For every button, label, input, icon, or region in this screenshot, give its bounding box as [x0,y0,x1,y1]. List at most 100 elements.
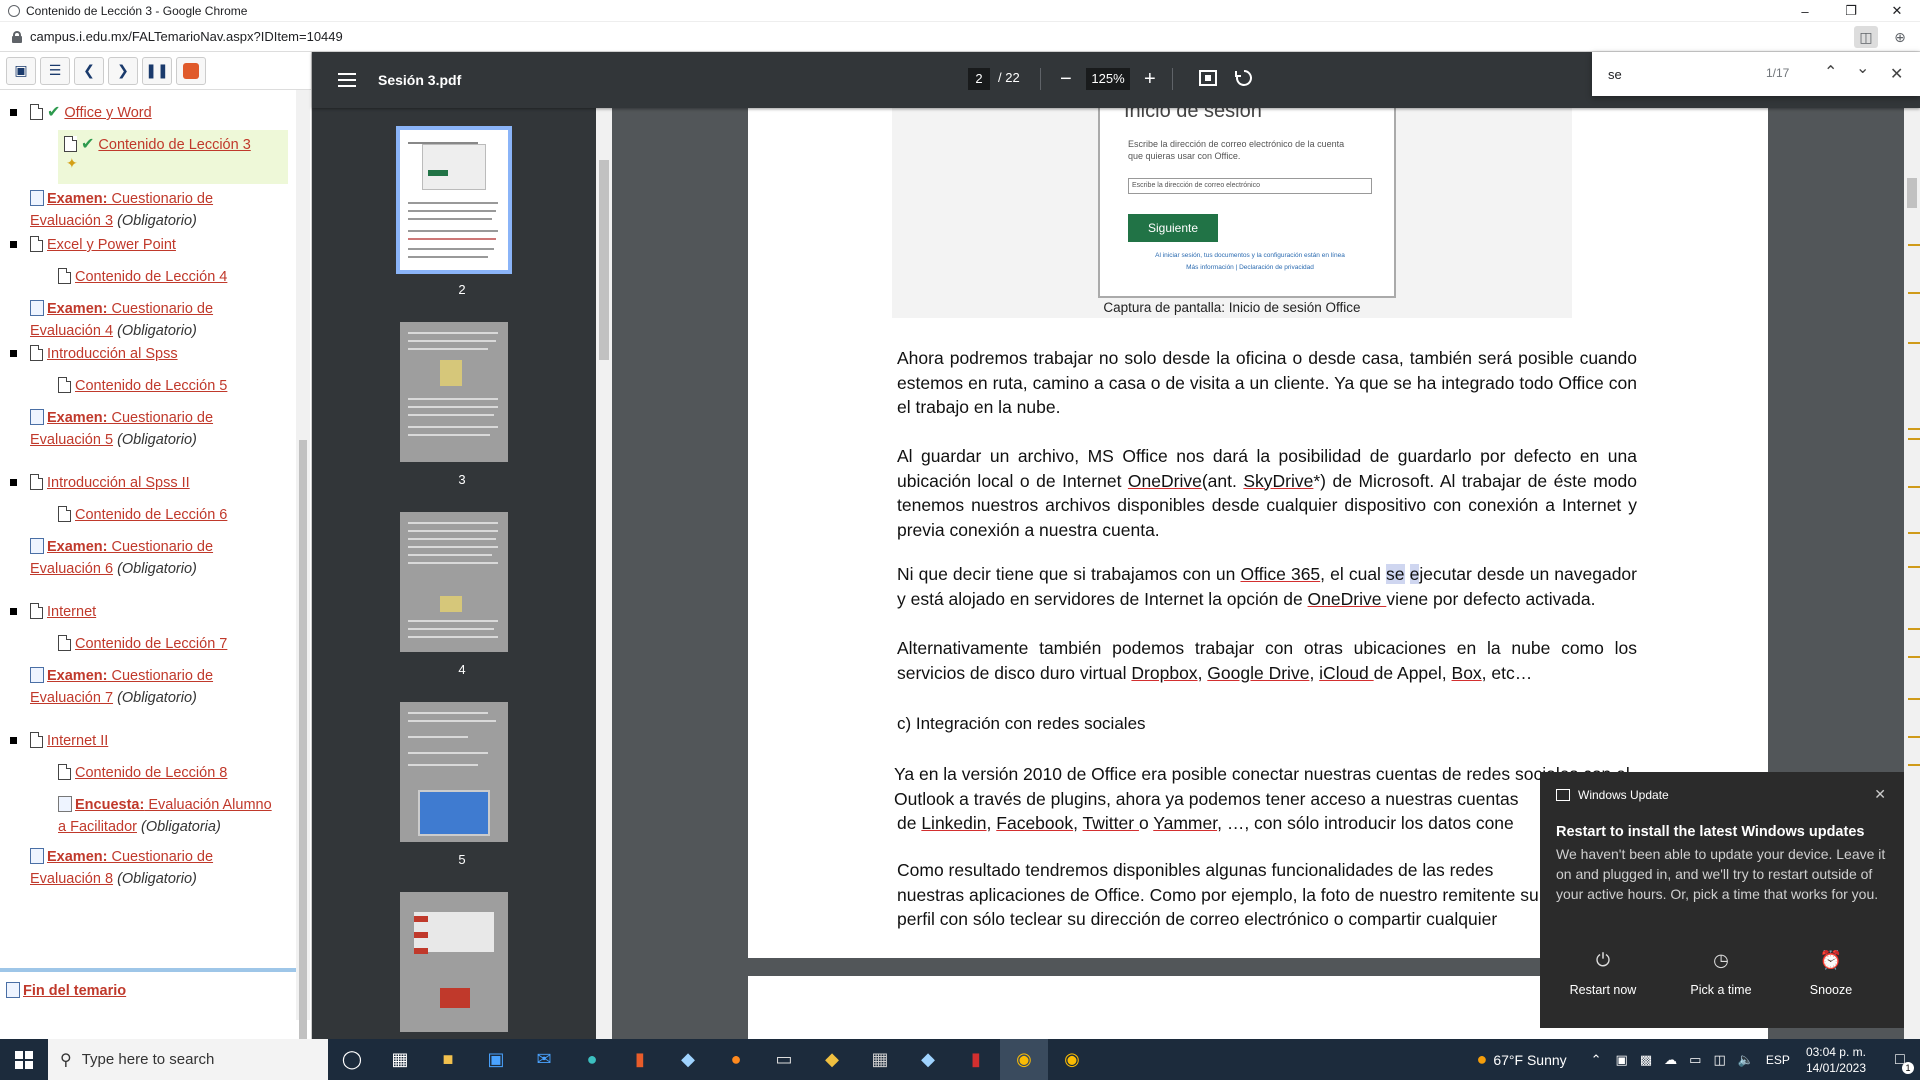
thumbnail-page-6[interactable] [400,892,508,1032]
mcafee-icon[interactable]: ▮ [952,1039,1000,1080]
lesson-title[interactable]: Contenido de Lección 5 [75,378,227,394]
weather-text[interactable]: 67°F Sunny [1493,1052,1566,1068]
find-next-icon[interactable]: ⌄ [1856,58,1869,78]
find-close-icon[interactable]: ✕ [1890,64,1903,84]
minimize-icon[interactable]: – [1782,0,1828,22]
zoom-input[interactable]: 125% [1086,68,1130,90]
office-icon[interactable]: ▮ [616,1039,664,1080]
toast-close-icon[interactable]: ✕ [1874,786,1886,803]
link-google-drive[interactable]: Google Drive [1207,663,1309,683]
calculator-icon[interactable]: ▦ [856,1039,904,1080]
zoom-in-icon[interactable]: + [1144,66,1156,92]
stop-button[interactable] [176,56,206,85]
find-input[interactable]: se [1608,67,1748,82]
end-of-syllabus[interactable]: Fin del temario [0,968,296,1008]
menu-icon[interactable] [338,73,356,87]
link-dropbox[interactable]: Dropbox [1131,663,1197,683]
module-title[interactable]: Introducción al Spss II [47,475,190,491]
lesson-6[interactable]: Contenido de Lección 6 [58,504,227,526]
volume-icon[interactable]: 🔈 [1738,1052,1754,1068]
module-title[interactable]: Introducción al Spss [47,346,178,362]
mail-icon[interactable]: ✉ [520,1039,568,1080]
lesson-4[interactable]: Contenido de Lección 4 [58,266,227,288]
lesson-title[interactable]: Contenido de Lección 4 [75,269,227,285]
module-spss-2[interactable]: Introducción al Spss II [30,472,190,494]
file-explorer-icon[interactable]: ■ [424,1039,472,1080]
clock[interactable]: 03:04 p. m. 14/01/2023 [1806,1044,1866,1076]
git-icon[interactable]: ◆ [808,1039,856,1080]
exam-3[interactable]: Examen: Cuestionario de Evaluación 3 (Obl… [30,188,290,232]
module-title[interactable]: Internet II [47,733,108,749]
page-action-icon[interactable]: ◫ [1854,26,1878,48]
link-box[interactable]: Box [1452,663,1482,683]
address-bar[interactable]: campus.i.edu.mx/FALTemarioNav.aspx?IDIte… [0,22,1920,52]
module-office-word[interactable]: ✔ Office y Word [30,102,152,124]
thumbnail-page-5[interactable] [400,702,508,842]
link-icloud[interactable]: iCloud [1319,663,1373,683]
pause-button[interactable]: ❚❚ [142,56,172,85]
taskbar-search[interactable]: ⚲ Type here to search [48,1039,328,1080]
link-onedrive[interactable]: OneDrive [1308,589,1387,609]
language-indicator[interactable]: ESP [1766,1053,1790,1067]
url-text[interactable]: campus.i.edu.mx/FALTemarioNav.aspx?IDIte… [30,29,343,44]
thumbnail-page-2[interactable] [396,126,512,274]
end-link[interactable]: Fin del temario [23,983,126,999]
link-onedrive[interactable]: OneDrive [1128,471,1202,491]
zoom-icon[interactable]: ⊕ [1888,26,1912,48]
link-twitter[interactable]: Twitter [1083,813,1139,833]
network-icon[interactable]: ◫ [1713,1052,1725,1068]
lesson-7[interactable]: Contenido de Lección 7 [58,633,227,655]
module-internet[interactable]: Internet [30,601,96,623]
app-icon[interactable]: ◆ [664,1039,712,1080]
module-spss[interactable]: Introducción al Spss [30,343,178,365]
firefox-icon[interactable]: ● [712,1039,760,1080]
prev-button[interactable]: ❮ [74,56,104,85]
link-facebook[interactable]: Facebook [996,813,1073,833]
thumbnail-page-3[interactable] [400,322,508,462]
meet-icon[interactable]: ▣ [1616,1052,1628,1068]
lesson-title[interactable]: Contenido de Lección 7 [75,636,227,652]
thumbnail-scrollbar[interactable] [596,108,612,1039]
scroll-thumb[interactable] [299,440,307,1080]
zoom-out-icon[interactable]: − [1060,66,1072,92]
close-icon[interactable]: ✕ [1874,0,1920,22]
store-icon[interactable]: ▣ [472,1039,520,1080]
task-view-icon[interactable]: ▦ [376,1039,424,1080]
scroll-thumb[interactable] [1907,178,1917,208]
app-icon[interactable]: ▭ [760,1039,808,1080]
module-title[interactable]: Excel y Power Point [47,237,176,253]
lesson-8[interactable]: Contenido de Lección 8 [58,762,227,784]
panel-toggle-button[interactable]: ▣ [6,56,36,85]
module-internet-2[interactable]: Internet II [30,730,108,752]
scroll-thumb[interactable] [599,160,609,360]
notification-center-icon[interactable]: □ 1 [1880,1039,1920,1080]
exam-4[interactable]: Examen: Cuestionario de Evaluación 4 (Obl… [30,298,290,342]
chrome-icon[interactable]: ◉ [1048,1039,1096,1080]
exam-7[interactable]: Examen: Cuestionario de Evaluación 7 (Obl… [30,665,290,709]
survey[interactable]: Encuesta: Evaluación Alumno a Facilitador… [58,794,294,838]
remote-icon[interactable]: ▩ [1640,1052,1652,1068]
link-linkedin[interactable]: Linkedin [921,813,986,833]
next-button[interactable]: ❯ [108,56,138,85]
chrome-icon[interactable]: ◉ [1000,1039,1048,1080]
rotate-icon[interactable] [1234,68,1254,88]
edge-icon[interactable]: ● [568,1039,616,1080]
app-icon[interactable]: ◆ [904,1039,952,1080]
snooze-button[interactable]: ⏰ Snooze [1776,950,1886,997]
chevron-up-icon[interactable]: ⌃ [1591,1052,1602,1068]
outline-button[interactable]: ☰ [40,56,70,85]
link-office365[interactable]: Office 365 [1240,564,1320,584]
onedrive-icon[interactable]: ☁ [1664,1052,1677,1068]
module-title[interactable]: Internet [47,604,96,620]
thumbnail-page-4[interactable] [400,512,508,652]
pdf-scrollbar[interactable] [1904,108,1920,1039]
restore-icon[interactable]: ❐ [1828,0,1874,22]
exam-8[interactable]: Examen: Cuestionario de Evaluación 8 (Obl… [30,846,290,890]
lesson-title[interactable]: Contenido de Lección 3 [98,137,250,153]
page-number-input[interactable]: 2 [968,68,990,90]
nav-scrollbar[interactable] [296,90,310,1080]
lesson-5[interactable]: Contenido de Lección 5 [58,375,227,397]
lesson-3[interactable]: ✔ Contenido de Lección 3 ✦ [64,134,251,170]
battery-icon[interactable]: ▭ [1689,1052,1701,1068]
link-skydrive[interactable]: SkyDrive [1243,471,1313,491]
